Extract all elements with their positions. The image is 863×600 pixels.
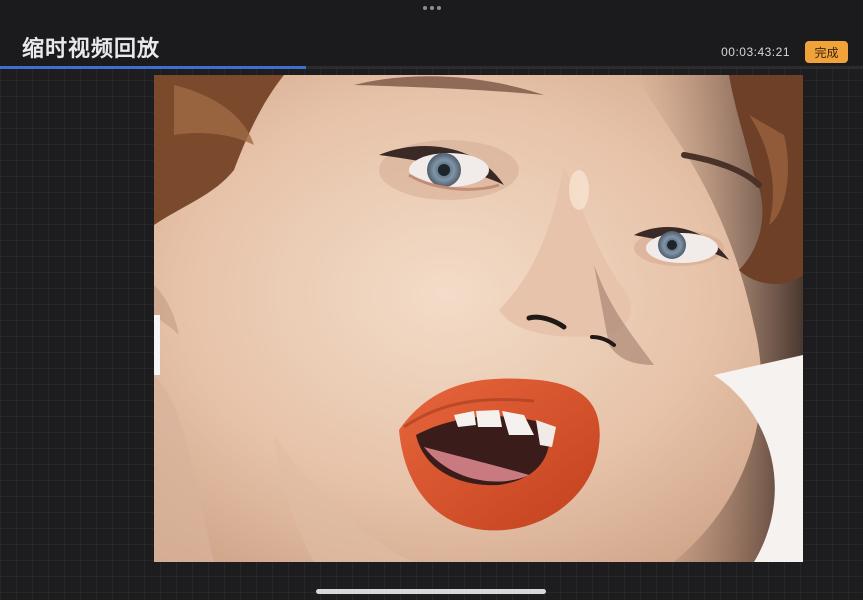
top-bar: 缩时视频回放 00:03:43:21 完成 [0,0,863,66]
home-indicator[interactable] [316,589,546,594]
playback-scrubber[interactable] [0,66,863,69]
done-button[interactable]: 完成 [805,41,848,63]
portrait-painting [154,75,803,562]
multitask-dots-icon[interactable] [423,5,441,11]
timelapse-replay-screen: 缩时视频回放 00:03:43:21 完成 [0,0,863,600]
page-title: 缩时视频回放 [22,37,161,62]
playback-progress-fill [0,66,307,69]
artwork-canvas [154,75,803,562]
timecode-readout: 00:03:43:21 [721,45,790,59]
